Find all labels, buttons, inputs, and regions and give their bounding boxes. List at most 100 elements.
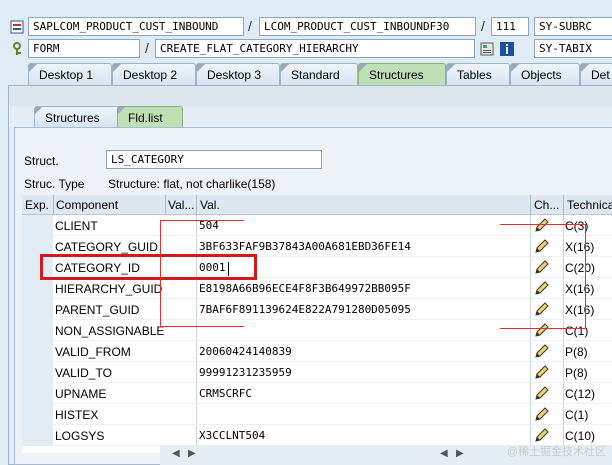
scroll-left-end-icon[interactable]: ◀	[440, 448, 448, 459]
tab-label: Tables	[457, 68, 492, 82]
pencil-icon[interactable]	[534, 218, 550, 233]
tab-objects[interactable]: Objects	[510, 63, 580, 85]
pencil-icon[interactable]	[534, 239, 550, 254]
row-component: VALID_TO	[55, 366, 112, 380]
row-component: UPNAME	[55, 387, 107, 401]
text-cursor	[228, 262, 229, 276]
row-component: NON_ASSIGNABLE	[55, 324, 165, 338]
col-header-val-short[interactable]: Val...	[168, 198, 194, 212]
header-row-event: FORM / CREATE_FLAT_CATEGORY_HIERARCHY SY…	[0, 39, 612, 61]
tab-structures-list[interactable]: Structures	[34, 106, 126, 128]
annotation-line	[160, 220, 244, 221]
struct-input[interactable]: LS_CATEGORY	[106, 150, 322, 169]
info-icon[interactable]	[500, 42, 514, 56]
tab-standard[interactable]: Standard	[280, 63, 358, 85]
pencil-icon[interactable]	[534, 386, 550, 401]
row-component: CATEGORY_GUID	[55, 240, 158, 254]
row-technical-type: C(1)	[565, 408, 589, 422]
struct-label: Struct.	[24, 154, 59, 168]
tab-details[interactable]: Det	[580, 63, 612, 85]
annotation-line	[160, 220, 161, 326]
tab-label: Desktop 1	[39, 68, 94, 82]
main-tab-strip: Desktop 1 Desktop 2 Desktop 3 Standard S…	[0, 63, 612, 85]
key-icon	[10, 42, 24, 56]
highlight-box	[40, 254, 257, 280]
row-value[interactable]: 20060424140839	[199, 345, 292, 358]
pencil-icon[interactable]	[534, 323, 550, 338]
sysvar-tabix-field[interactable]: SY-TABIX	[534, 39, 612, 58]
tab-tables[interactable]: Tables	[446, 63, 510, 85]
row-value[interactable]: CRMSCRFC	[199, 387, 252, 400]
row-component: CLIENT	[55, 219, 98, 233]
scroll-right-end-icon[interactable]: ▶	[456, 448, 464, 459]
col-header-component[interactable]: Component	[56, 198, 118, 212]
row-technical-type: C(12)	[565, 387, 596, 401]
row-technical-type: C(10)	[565, 429, 596, 443]
tab-field-list[interactable]: Fld.list	[117, 106, 183, 128]
event-type-field[interactable]: FORM	[28, 39, 140, 58]
program-field[interactable]: SAPLCOM_PRODUCT_CUST_INBOUND	[28, 17, 244, 36]
pencil-icon[interactable]	[534, 407, 550, 422]
separator: /	[248, 18, 252, 34]
tab-structures[interactable]: Structures	[358, 63, 446, 85]
row-component: HISTEX	[55, 408, 99, 422]
tab-desktop-2[interactable]: Desktop 2	[112, 63, 196, 85]
row-technical-type: X(16)	[565, 240, 595, 254]
pencil-icon[interactable]	[534, 260, 550, 275]
annotation-line	[500, 328, 586, 329]
scroll-right-icon[interactable]: ▶	[188, 448, 196, 459]
tab-desktop-3[interactable]: Desktop 3	[196, 63, 280, 85]
row-technical-type: X(16)	[565, 303, 595, 317]
table-row[interactable]: HIERARCHY_GUID E8198A66B96ECE4F8F3B649972…	[22, 278, 612, 299]
pencil-icon[interactable]	[534, 344, 550, 359]
sysvar-subrc-field[interactable]: SY-SUBRC	[534, 17, 612, 36]
watermark: @稀土掘金技术社区	[506, 446, 606, 458]
col-header-exp[interactable]: Exp.	[25, 198, 49, 212]
program-icon	[10, 20, 24, 34]
row-value[interactable]: E8198A66B96ECE4F8F3B649972BB095F	[199, 282, 411, 295]
table-row[interactable]: VALID_TO 99991231235959 P(8)	[22, 362, 612, 383]
table-row[interactable]: PARENT_GUID 7BAF6F891139624E822A791280D05…	[22, 299, 612, 320]
top-strip	[0, 0, 612, 17]
table-row[interactable]: NON_ASSIGNABLE C(1)	[22, 320, 612, 341]
tab-label: Desktop 3	[207, 68, 262, 82]
annotation-line	[585, 224, 586, 329]
table-row[interactable]: VALID_FROM 20060424140839 P(8)	[22, 341, 612, 362]
row-value[interactable]: 99991231235959	[199, 366, 292, 379]
pencil-icon[interactable]	[534, 302, 550, 317]
row-component: PARENT_GUID	[55, 303, 140, 317]
tab-label: Fld.list	[128, 111, 163, 125]
tab-label: Desktop 2	[123, 68, 178, 82]
annotation-line	[500, 224, 586, 225]
table-row[interactable]: CLIENT 504 C(3)	[22, 215, 612, 236]
pencil-icon[interactable]	[534, 365, 550, 380]
pencil-icon[interactable]	[534, 281, 550, 296]
separator: /	[145, 40, 149, 56]
table-row[interactable]: UPNAME CRMSCRFC C(12)	[22, 383, 612, 404]
row-technical-type: P(8)	[565, 366, 588, 380]
separator: /	[481, 18, 485, 34]
row-technical-type: C(20)	[565, 261, 596, 275]
line-field[interactable]: 111	[491, 17, 529, 36]
row-value[interactable]: 7BAF6F891139624E822A791280D05095	[199, 303, 411, 316]
tab-desktop-1[interactable]: Desktop 1	[28, 63, 112, 85]
tab-label: Det	[591, 68, 610, 82]
scroll-left-icon[interactable]: ◀	[172, 448, 180, 459]
col-header-change[interactable]: Ch...	[534, 198, 559, 212]
pencil-icon[interactable]	[534, 428, 550, 443]
row-technical-type: X(16)	[565, 282, 595, 296]
col-header-technical[interactable]: Technica	[567, 198, 612, 212]
struct-type-value: Structure: flat, not charlike(158)	[108, 177, 276, 191]
col-header-val[interactable]: Val.	[200, 198, 220, 212]
row-component: LOGSYS	[55, 429, 105, 443]
row-component: HIERARCHY_GUID	[55, 282, 163, 296]
row-value[interactable]: X3CCLNT504	[199, 429, 265, 442]
tab-label: Standard	[291, 68, 340, 82]
field-table: Exp. Component Val... Val. Ch... Technic…	[22, 195, 612, 453]
row-value[interactable]: 3BF633FAF9B37843A00A681EBD36FE14	[199, 240, 411, 253]
event-field[interactable]: CREATE_FLAT_CATEGORY_HIERARCHY	[155, 39, 475, 58]
tab-label: Structures	[369, 68, 424, 82]
table-row[interactable]: HISTEX C(1)	[22, 404, 612, 425]
include-field[interactable]: LCOM_PRODUCT_CUST_INBOUNDF30	[259, 17, 476, 36]
display-object-icon[interactable]	[480, 42, 494, 56]
